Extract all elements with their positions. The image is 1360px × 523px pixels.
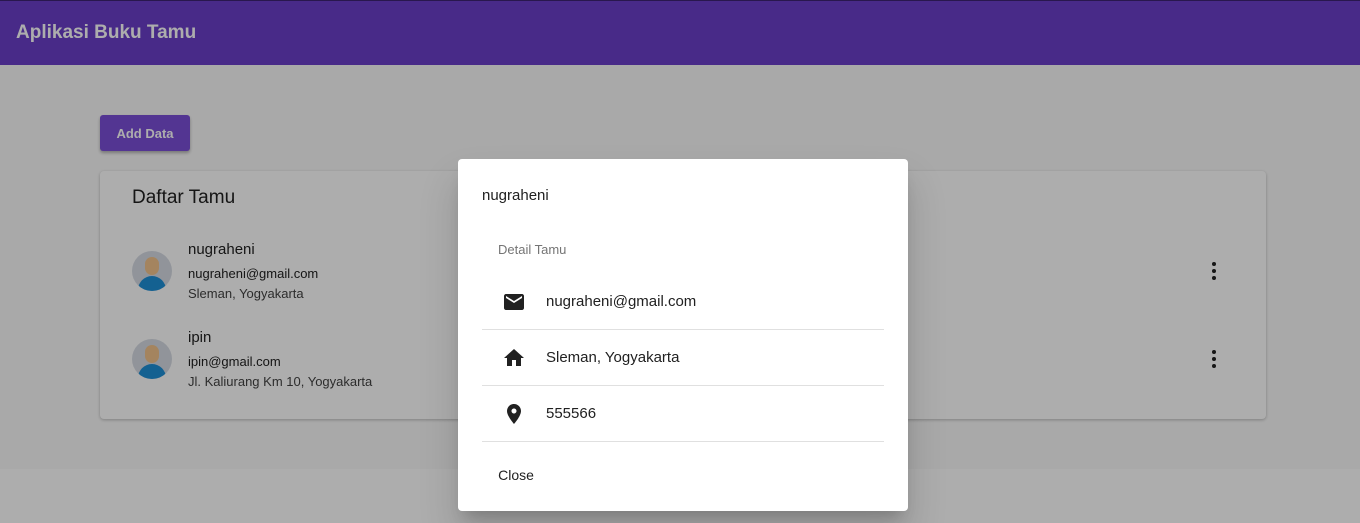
guest-detail-dialog: nugraheni Detail Tamu nugraheni@gmail.co… [458, 159, 908, 511]
dialog-title: nugraheni [482, 187, 549, 204]
detail-row-email: nugraheni@gmail.com [482, 274, 884, 330]
dialog-subheader: Detail Tamu [498, 242, 567, 257]
mail-icon [504, 294, 524, 310]
home-icon [504, 349, 524, 366]
detail-phone-value: 555566 [546, 405, 597, 422]
close-button[interactable]: Close [482, 457, 550, 493]
detail-row-address: Sleman, Yogyakarta [482, 330, 884, 386]
location-pin-icon [507, 404, 521, 424]
detail-row-phone: 555566 [482, 386, 884, 442]
detail-email-value: nugraheni@gmail.com [546, 293, 697, 310]
detail-address-value: Sleman, Yogyakarta [546, 349, 680, 366]
